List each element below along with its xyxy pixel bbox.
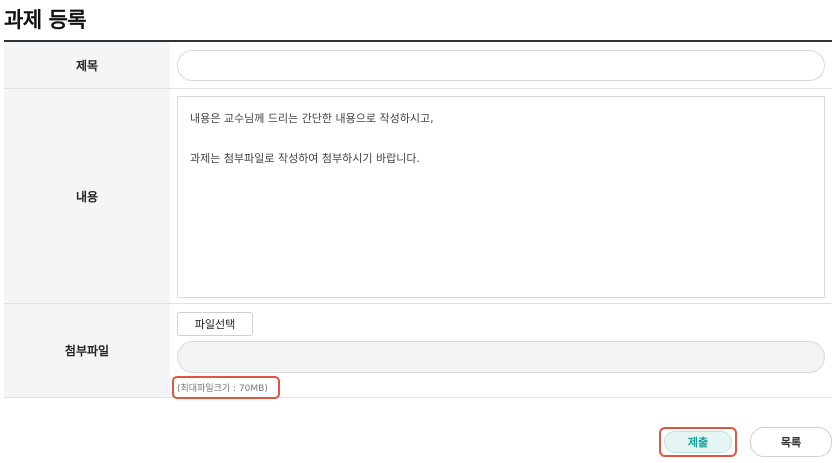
attachment-row: 첨부파일 파일선택 (최대파일크기 : 70MB) [4, 304, 832, 399]
attachment-label: 첨부파일 [4, 304, 170, 397]
content-line-1: 내용은 교수님께 드리는 간단한 내용으로 작성하시고, [190, 112, 434, 125]
assignment-form: 제목 내용 내용은 교수님께 드리는 간단한 내용으로 작성하시고, 과제는 첨… [4, 40, 832, 399]
title-label: 제목 [4, 42, 170, 88]
content-textarea[interactable]: 내용은 교수님께 드리는 간단한 내용으로 작성하시고, 과제는 첨부파일로 작… [177, 96, 825, 298]
content-row: 내용 내용은 교수님께 드리는 간단한 내용으로 작성하시고, 과제는 첨부파일… [4, 89, 832, 304]
max-file-size-note: (최대파일크기 : 70MB) [172, 376, 280, 399]
content-label: 내용 [4, 89, 170, 303]
file-name-field[interactable] [177, 341, 825, 373]
page-title: 과제 등록 [4, 8, 87, 32]
submit-button[interactable]: 제출 [664, 431, 732, 453]
submit-button-highlight: 제출 [659, 427, 737, 457]
file-select-button[interactable]: 파일선택 [177, 312, 253, 336]
title-input[interactable] [177, 50, 825, 81]
title-row: 제목 [4, 42, 832, 89]
list-button[interactable]: 목록 [750, 427, 832, 457]
content-line-2: 과제는 첨부파일로 작성하여 첨부하시기 바랍니다. [190, 152, 421, 165]
